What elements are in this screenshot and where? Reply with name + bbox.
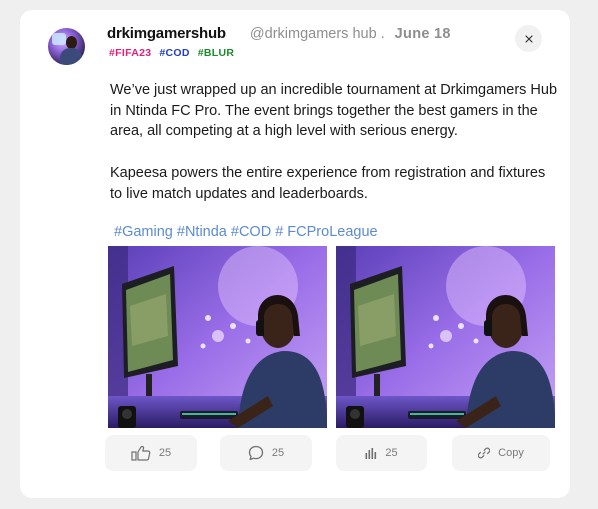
like-count: 25 xyxy=(158,447,172,459)
close-icon xyxy=(524,34,533,43)
post-image[interactable] xyxy=(336,246,555,428)
thumbs-up-icon xyxy=(131,445,151,461)
comment-count: 25 xyxy=(271,447,285,459)
post-card: drkimgamershub @drkimgamers hub . June 1… xyxy=(20,10,570,498)
post-header: drkimgamershub @drkimgamers hub . June 1… xyxy=(107,25,451,42)
post-paragraph: Kapeesa powers the entire experience fro… xyxy=(110,164,546,202)
bar-chart-icon xyxy=(365,447,377,459)
user-handle[interactable]: @drkimgamers hub xyxy=(250,26,377,42)
close-button[interactable] xyxy=(515,25,542,52)
comment-bubble-icon xyxy=(248,445,264,461)
game-tags: #FIFA23 #COD #BLUR xyxy=(109,47,234,59)
username[interactable]: drkimgamershub xyxy=(107,25,226,42)
tag-cod[interactable]: #COD xyxy=(159,47,189,59)
hashtag-ntinda[interactable]: #Ntinda xyxy=(177,224,227,240)
header-separator: . xyxy=(380,26,385,42)
post-paragraph: We’ve just wrapped up an incredible tour… xyxy=(110,82,558,140)
hashtag-fcproleague[interactable]: # FCProLeague xyxy=(275,224,377,240)
comment-button[interactable]: 25 xyxy=(220,435,312,471)
post-body: We’ve just wrapped up an incredible tour… xyxy=(110,80,560,204)
tag-blur[interactable]: #BLUR xyxy=(198,47,235,59)
post-date: June 18 xyxy=(394,26,451,42)
avatar[interactable] xyxy=(48,28,85,65)
hashtag-gaming[interactable]: #Gaming xyxy=(114,224,173,240)
hashtags: #Gaming #Ntinda #COD # FCProLeague xyxy=(114,224,378,240)
tag-fifa23[interactable]: #FIFA23 xyxy=(109,47,151,59)
like-button[interactable]: 25 xyxy=(105,435,197,471)
view-count: 25 xyxy=(385,447,398,459)
copy-label: Copy xyxy=(498,447,524,459)
link-icon xyxy=(478,447,491,459)
post-image[interactable] xyxy=(108,246,327,428)
copy-link-button[interactable]: Copy xyxy=(452,435,550,471)
hashtag-cod[interactable]: #COD xyxy=(231,224,271,240)
stats-button[interactable]: 25 xyxy=(336,435,427,471)
